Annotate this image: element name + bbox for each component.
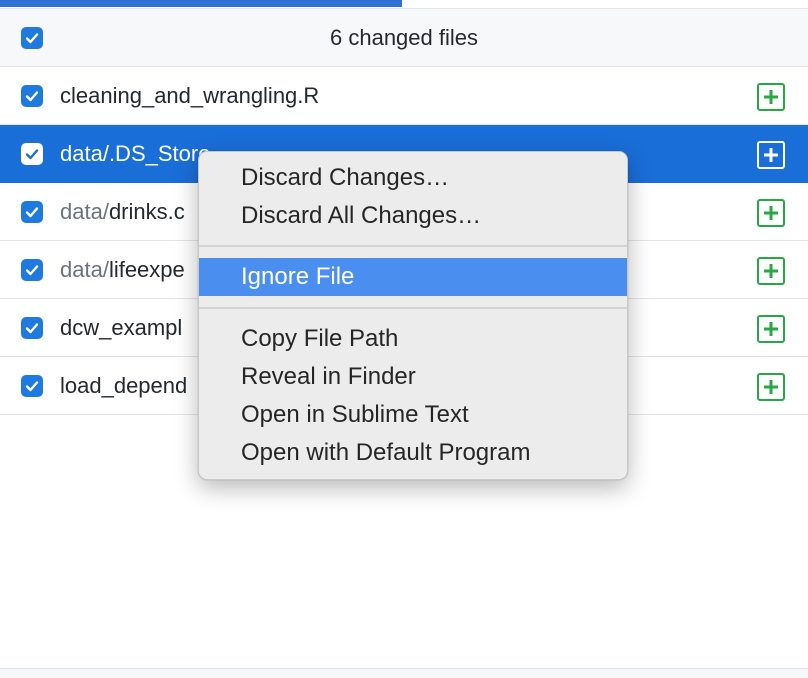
menu-item-discard-all-changes[interactable]: Discard All Changes… bbox=[199, 197, 627, 235]
file-added-icon bbox=[757, 141, 785, 169]
menu-item-copy-file-path[interactable]: Copy File Path bbox=[199, 320, 627, 358]
changed-files-count: 6 changed files bbox=[330, 25, 478, 50]
file-path: data/.DS_Store bbox=[60, 125, 210, 183]
top-tab-bar bbox=[0, 0, 808, 9]
footer-area bbox=[0, 669, 808, 678]
file-added-icon bbox=[757, 315, 785, 343]
file-name: drinks.c bbox=[108, 199, 185, 224]
file-checkbox[interactable] bbox=[21, 317, 43, 339]
file-path: dcw_exampl bbox=[60, 299, 182, 357]
active-tab-indicator bbox=[0, 0, 402, 7]
file-checkbox[interactable] bbox=[21, 201, 43, 223]
file-path: load_depend bbox=[60, 357, 187, 415]
changes-header: 6 changed files bbox=[0, 9, 808, 67]
file-name: lifeexpe bbox=[108, 257, 185, 282]
file-path: data/drinks.c bbox=[60, 183, 185, 241]
menu-separator bbox=[199, 307, 627, 309]
menu-item-open-in-sublime[interactable]: Open in Sublime Text bbox=[199, 396, 627, 434]
file-checkbox[interactable] bbox=[21, 375, 43, 397]
menu-item-discard-changes[interactable]: Discard Changes… bbox=[199, 159, 627, 197]
file-checkbox[interactable] bbox=[21, 85, 43, 107]
file-added-icon bbox=[757, 83, 785, 111]
file-dir: data/ bbox=[60, 141, 109, 166]
file-name: .DS_Store bbox=[108, 141, 211, 166]
file-dir: data/ bbox=[60, 257, 109, 282]
file-name: cleaning_and_wrangling.R bbox=[60, 83, 320, 108]
menu-item-open-default-program[interactable]: Open with Default Program bbox=[199, 434, 627, 472]
file-name: load_depend bbox=[60, 373, 188, 398]
file-added-icon bbox=[757, 257, 785, 285]
menu-item-reveal-in-finder[interactable]: Reveal in Finder bbox=[199, 358, 627, 396]
file-name: dcw_exampl bbox=[60, 315, 183, 340]
context-menu: Discard Changes… Discard All Changes… Ig… bbox=[198, 151, 628, 480]
menu-separator bbox=[199, 245, 627, 247]
file-dir: data/ bbox=[60, 199, 109, 224]
menu-item-ignore-file[interactable]: Ignore File bbox=[199, 258, 627, 296]
file-path: cleaning_and_wrangling.R bbox=[60, 67, 319, 125]
file-added-icon bbox=[757, 373, 785, 401]
file-path: data/lifeexpe bbox=[60, 241, 185, 299]
file-row[interactable]: cleaning_and_wrangling.R bbox=[0, 67, 808, 125]
file-added-icon bbox=[757, 199, 785, 227]
file-checkbox[interactable] bbox=[21, 259, 43, 281]
file-checkbox[interactable] bbox=[21, 143, 43, 165]
